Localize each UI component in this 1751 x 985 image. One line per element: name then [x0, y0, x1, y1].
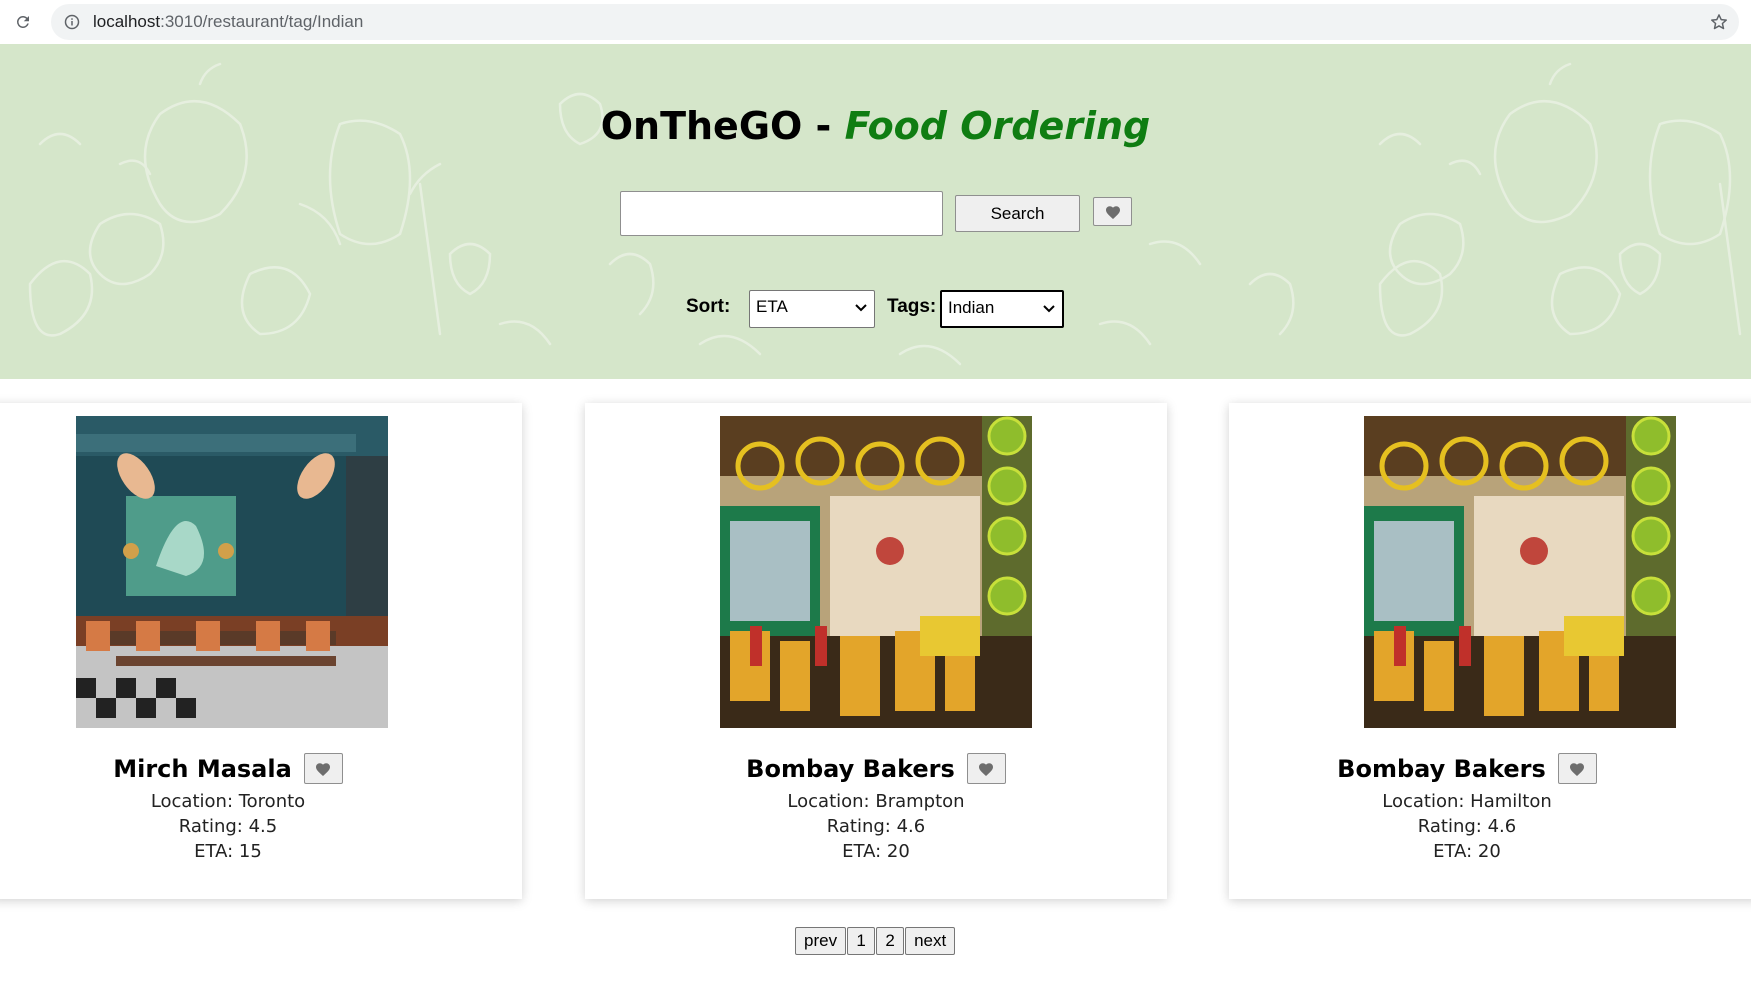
heart-icon [1570, 762, 1585, 776]
tags-label: Tags: [887, 296, 937, 317]
favorite-button[interactable] [1557, 753, 1597, 784]
prev-page-button[interactable]: prev [795, 927, 847, 955]
restaurant-image[interactable] [720, 416, 1032, 728]
restaurant-photo [1364, 416, 1676, 728]
restaurant-image[interactable] [1364, 416, 1676, 728]
url-path: :3010/restaurant/tag/Indian [160, 12, 364, 31]
restaurant-details: Location: Hamilton Rating: 4.6 ETA: 20 [1201, 789, 1733, 864]
restaurant-rating: Rating: 4.5 [178, 816, 278, 837]
reload-icon [16, 15, 29, 28]
chevron-down-icon [1043, 305, 1055, 313]
tags-selected-value: Indian [948, 298, 995, 317]
card-title-row: Bombay Bakers [585, 753, 1167, 784]
page-2-button[interactable]: 2 [876, 927, 905, 955]
card-title-row: Mirch Masala [0, 753, 466, 784]
pagination: prev 1 2 next [795, 927, 956, 955]
brand-name: OnTheGO [600, 104, 803, 148]
next-page-button[interactable]: next [905, 927, 956, 955]
reload-button[interactable] [11, 10, 35, 34]
chevron-down-icon [855, 304, 867, 312]
restaurant-eta: ETA: 20 [1433, 841, 1501, 862]
tags-select[interactable]: Indian [940, 290, 1064, 328]
restaurant-eta: ETA: 20 [842, 841, 910, 862]
browser-toolbar: localhost:3010/restaurant/tag/Indian [0, 0, 1751, 44]
restaurant-name[interactable]: Mirch Masala [113, 755, 292, 783]
heart-icon [316, 762, 331, 776]
restaurant-eta: ETA: 15 [194, 841, 262, 862]
heart-icon [979, 762, 994, 776]
title-separator: - [802, 104, 845, 148]
restaurant-location: Location: Toronto [150, 791, 306, 812]
restaurant-rating: Rating: 4.6 [1417, 816, 1517, 837]
sort-selected-value: ETA [756, 297, 788, 316]
restaurant-image[interactable] [76, 416, 388, 728]
header-section: OnTheGO - Food Ordering Search [0, 44, 1751, 379]
restaurant-card[interactable]: Bombay Bakers Location: Brampton Rating:… [585, 403, 1167, 899]
restaurant-details: Location: Brampton Rating: 4.6 ETA: 20 [585, 789, 1167, 864]
page-title: OnTheGO - Food Ordering [0, 104, 1751, 148]
restaurant-rating: Rating: 4.6 [826, 816, 926, 837]
url-text[interactable]: localhost:3010/restaurant/tag/Indian [93, 12, 363, 32]
info-icon[interactable] [64, 14, 80, 30]
favorite-button[interactable] [303, 753, 343, 784]
restaurant-card[interactable]: Bombay Bakers Location: Hamilton Rating:… [1229, 403, 1751, 899]
search-button[interactable]: Search [955, 195, 1080, 232]
restaurant-photo [76, 416, 388, 728]
url-host: localhost [93, 12, 161, 31]
heart-icon [1105, 205, 1120, 219]
favorites-button[interactable] [1093, 197, 1132, 226]
restaurant-location: Location: Brampton [787, 791, 965, 812]
page-1-button[interactable]: 1 [847, 927, 876, 955]
card-title-row: Bombay Bakers [1201, 753, 1733, 784]
restaurant-name[interactable]: Bombay Bakers [746, 755, 955, 783]
restaurant-details: Location: Toronto Rating: 4.5 ETA: 15 [0, 789, 466, 864]
restaurant-location: Location: Hamilton [1382, 791, 1552, 812]
restaurant-photo [720, 416, 1032, 728]
sort-select[interactable]: ETA [749, 290, 875, 328]
brand-tagline: Food Ordering [844, 104, 1151, 148]
restaurant-name[interactable]: Bombay Bakers [1337, 755, 1546, 783]
restaurant-card[interactable]: Mirch Masala Location: Toronto Rating: 4… [0, 403, 522, 899]
search-input[interactable] [620, 191, 943, 236]
address-bar[interactable]: localhost:3010/restaurant/tag/Indian [51, 4, 1739, 40]
sort-label: Sort: [686, 296, 731, 317]
favorite-button[interactable] [966, 753, 1006, 784]
star-icon[interactable] [1709, 12, 1729, 32]
